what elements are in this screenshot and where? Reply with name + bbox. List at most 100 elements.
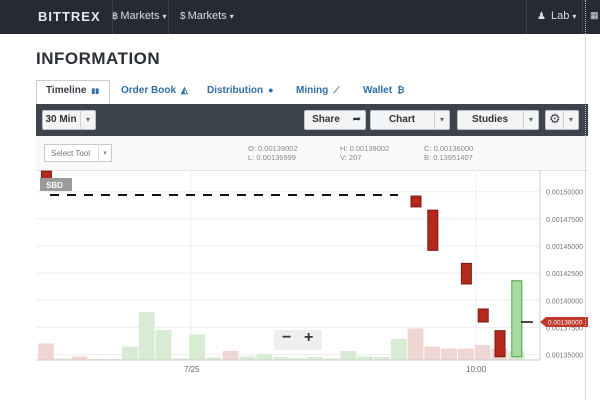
bitcoin-icon: ₿ xyxy=(397,85,405,95)
tab-mining[interactable]: Mining ⟋ xyxy=(296,85,340,96)
y-tick-label: 0.00140000 xyxy=(546,298,583,305)
line-chart-icon: ⟋ xyxy=(333,85,340,95)
logo[interactable]: BITTREX xyxy=(38,9,101,24)
nav-btc-markets[interactable]: ฿ Markets ▾ xyxy=(112,10,167,22)
user-menu[interactable]: ♟ Lab ▾ xyxy=(537,10,576,22)
ohlc-value: 0.13951407 xyxy=(433,153,473,162)
volume-bar xyxy=(189,334,205,360)
page-edge-guide xyxy=(585,0,587,400)
volume-bar xyxy=(239,356,256,360)
nav-label: Markets xyxy=(120,10,160,22)
tab-label: Wallet xyxy=(363,85,393,96)
ohlc-key: B: xyxy=(424,153,432,162)
y-tick-label: 0.00147500 xyxy=(546,217,583,224)
chevron-down-icon: ▾ xyxy=(80,111,95,129)
chevron-down-icon: ▾ xyxy=(563,111,578,129)
candle xyxy=(511,280,523,358)
tab-timeline[interactable]: Timeline ▮▮ xyxy=(46,85,99,96)
area-chart-icon: ◭ xyxy=(181,85,188,95)
chevron-down-icon: ▾ xyxy=(98,145,111,161)
zoom-controls: − + xyxy=(274,329,322,350)
bitcoin-icon: ฿ xyxy=(112,11,119,22)
chart-type-select[interactable]: Chart ▾ xyxy=(370,110,450,130)
x-tick-label: 10:00 xyxy=(466,365,487,374)
ohlc-key: O: xyxy=(248,144,256,153)
candle xyxy=(494,330,506,358)
ohlc-close-base: C: 0.00136000 B: 0.13951407 xyxy=(424,144,473,162)
nav-label: Markets xyxy=(187,10,227,22)
nav-divider xyxy=(168,0,169,34)
volume-bar xyxy=(138,312,155,360)
users-icon: ● xyxy=(268,85,274,95)
y-tick-label: 0.00142500 xyxy=(546,271,583,278)
studies-label: Studies xyxy=(471,114,509,125)
nav-divider xyxy=(582,0,583,34)
ohlc-value: 207 xyxy=(348,153,362,162)
symbol-badge-label: SBD xyxy=(46,181,63,190)
volume-bar xyxy=(424,346,441,360)
ohlc-key: C: xyxy=(424,144,432,153)
ohlc-key: V: xyxy=(340,153,347,162)
candle xyxy=(460,262,472,285)
share-icon: ➦ xyxy=(352,114,361,125)
bar-chart-icon: ▮▮ xyxy=(91,88,100,95)
volume-bar xyxy=(407,328,424,360)
chart-svg[interactable]: 0.00150000 0.00147500 0.00145000 0.00142500… xyxy=(36,170,588,388)
volume-bar xyxy=(155,330,172,360)
chevron-down-icon: ▾ xyxy=(523,111,538,129)
chevron-down-icon: ▾ xyxy=(162,12,167,21)
studies-select[interactable]: Studies ▾ xyxy=(457,110,539,130)
ohlc-value: 0.00139002 xyxy=(349,144,390,153)
share-label: Share xyxy=(312,114,340,125)
interval-label: 30 Min xyxy=(45,114,77,125)
candle xyxy=(427,209,439,251)
tab-label: Mining xyxy=(296,85,329,96)
select-tool-dropdown[interactable]: Select Tool ▾ xyxy=(44,144,112,162)
gear-icon: ⚙ xyxy=(549,111,561,126)
select-tool-label: Select Tool xyxy=(51,149,90,158)
volume-bar xyxy=(441,348,457,360)
candle xyxy=(410,195,422,208)
volume-bar xyxy=(340,351,357,360)
tab-order-book[interactable]: Order Book ◭ xyxy=(121,85,188,96)
chevron-down-icon: ▾ xyxy=(229,12,234,21)
user-label: Lab xyxy=(551,10,570,22)
chevron-down-icon: ▾ xyxy=(572,12,577,21)
tab-bar: Timeline ▮▮ Order Book ◭ Distribution ● Min… xyxy=(36,80,588,105)
y-tick-label: 0.00145000 xyxy=(546,244,583,251)
calendar-icon[interactable]: ▦ xyxy=(590,10,599,21)
tab-distribution[interactable]: Distribution ● xyxy=(207,85,274,96)
candle xyxy=(477,308,489,323)
ohlc-value: 0.00139002 xyxy=(258,144,298,153)
volume-bar xyxy=(256,354,273,360)
ohlc-value: 0.00136999 xyxy=(256,153,296,162)
zoom-in-button[interactable]: + xyxy=(304,329,313,347)
ohlc-key: H: xyxy=(340,144,348,153)
y-tick-label: 0.00135000 xyxy=(546,353,583,360)
tab-label: Timeline xyxy=(46,85,87,96)
top-navbar: BITTREX ฿ Markets ▾ $ Markets ▾ ♟ Lab ▾ ▦ xyxy=(0,0,600,34)
dollar-icon: $ xyxy=(180,11,186,22)
y-tick-label: 0.00150000 xyxy=(546,190,583,197)
tab-wallet[interactable]: Wallet ₿ xyxy=(363,85,404,96)
volume-bar xyxy=(458,348,474,360)
tab-label: Distribution xyxy=(207,85,264,96)
ohlc-high-volume: H: 0.00139002 V: 207 xyxy=(340,144,389,162)
zoom-out-button[interactable]: − xyxy=(282,329,291,347)
tab-label: Order Book xyxy=(121,85,177,96)
chevron-down-icon: ▾ xyxy=(434,111,449,129)
ohlc-open-low: O: 0.00139002 L: 0.00136999 xyxy=(248,144,298,162)
settings-button[interactable]: ⚙ ▾ xyxy=(545,110,579,130)
nav-usd-markets[interactable]: $ Markets ▾ xyxy=(180,10,234,22)
chart-label: Chart xyxy=(388,114,416,125)
volume-bar xyxy=(222,351,239,360)
ohlc-key: L: xyxy=(248,153,255,162)
interval-select[interactable]: 30 Min ▾ xyxy=(42,110,96,130)
share-button[interactable]: Share ➦ xyxy=(304,110,366,130)
volume-bar xyxy=(357,356,373,360)
current-price-label: 0.00138000 xyxy=(548,320,583,327)
price-chart[interactable]: 0.00150000 0.00147500 0.00145000 0.00142500… xyxy=(36,170,588,388)
page-title: INFORMATION xyxy=(36,49,161,68)
user-icon: ♟ xyxy=(537,11,546,22)
volume-bar xyxy=(474,345,491,360)
